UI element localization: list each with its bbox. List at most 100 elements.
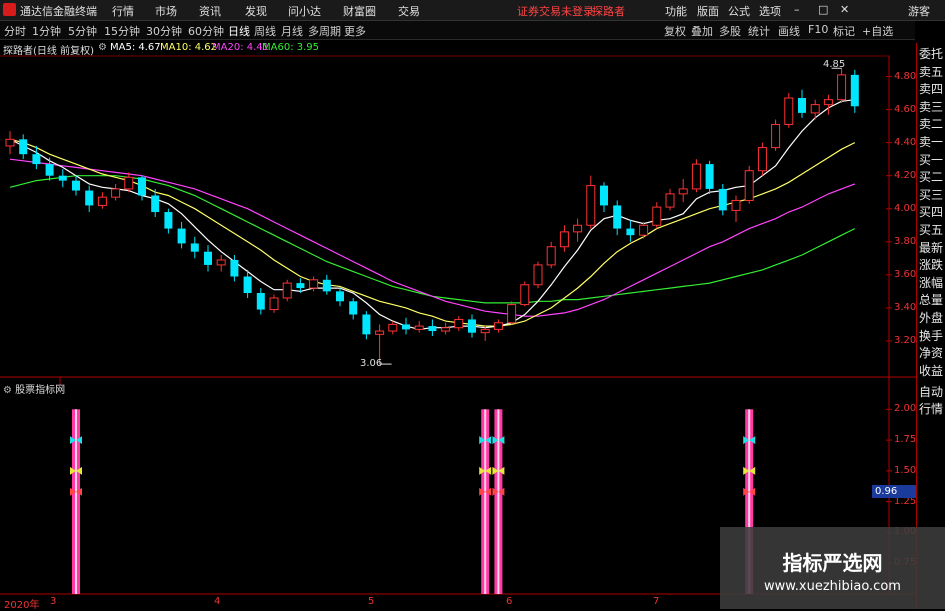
candle-body-up (97, 196, 107, 206)
side-panel-item[interactable]: 最新 (919, 241, 943, 255)
candle-body-up (771, 123, 781, 149)
side-panel-item[interactable]: 买二 (919, 170, 943, 184)
candle-body-up (810, 104, 820, 114)
side-panel-item[interactable]: 总量 (919, 293, 943, 307)
side-panel-item[interactable]: 买三 (919, 188, 943, 202)
candle-body-down (296, 283, 305, 289)
watermark-title: 指标严选网 (782, 551, 883, 575)
price-tick-label: 3.40 (894, 301, 917, 313)
candle-body-up (678, 188, 688, 195)
candle-body-up (309, 279, 319, 289)
candle-body-down (402, 324, 410, 330)
candle-body-down (705, 164, 714, 189)
side-panel-mode[interactable]: 行情 (919, 402, 943, 416)
candle-body-down (798, 98, 806, 113)
signal-bar-core (497, 409, 500, 594)
candle-body-down (45, 164, 54, 176)
candle-body-up (691, 163, 701, 190)
candle-body-up (757, 147, 767, 172)
ma10-line (9, 138, 856, 327)
candle-body-up (111, 188, 121, 198)
candle-body-up (375, 330, 385, 335)
x-label-apr: 4 (214, 596, 221, 607)
candle-body-up (520, 284, 530, 306)
low-annotation: 3.06 (360, 358, 383, 369)
candle-body-down (204, 251, 212, 265)
side-panel-item[interactable]: 卖三 (919, 100, 943, 114)
price-tick-label: 3.20 (894, 334, 917, 346)
side-panel-item[interactable]: 卖五 (919, 65, 943, 79)
candle-body-down (58, 175, 67, 181)
subchart-title-text: 股票指标网 (15, 385, 66, 396)
side-panel-item[interactable]: 涨跌 (919, 258, 943, 272)
candle-body-up (533, 264, 543, 286)
high-annotation: 4.85 (823, 59, 846, 70)
x-label-mar: 3 (50, 596, 57, 607)
candle-body-down (243, 276, 252, 294)
candle-body-down (850, 74, 859, 107)
subchart-title: ⚙ 股票指标网 (3, 381, 65, 396)
side-panel-item[interactable]: 收益 (919, 364, 943, 378)
x-label-may: 5 (368, 596, 375, 607)
candle-body-up (665, 193, 675, 208)
candle-body-down (626, 228, 635, 236)
candle-body-down (177, 228, 186, 244)
side-panel-item[interactable]: 买四 (919, 205, 943, 219)
candle-body-up (282, 282, 292, 299)
candle-body-up (414, 325, 424, 330)
candlestick-chart[interactable] (0, 0, 916, 609)
quote-side-panel: 委托卖五卖四卖三卖二卖一买一买二买三买四买五最新涨跌涨幅总量外盘换手净资收益自动… (916, 43, 945, 609)
signal-bar-core (484, 409, 487, 594)
watermark-url: www.xuezhibiao.com (764, 579, 901, 594)
x-label-jun: 6 (506, 596, 513, 607)
candle-body-up (124, 176, 134, 190)
side-panel-item[interactable]: 涨幅 (919, 276, 943, 290)
candle-body-up (559, 231, 569, 248)
candle-body-down (468, 319, 476, 333)
side-panel-item[interactable]: 卖四 (919, 82, 943, 96)
price-tick-label: 4.00 (894, 202, 917, 214)
price-tick-label: 4.60 (894, 103, 917, 115)
side-panel-mode[interactable]: 自动 (919, 385, 943, 399)
candle-body-up (441, 327, 451, 332)
ma20-line (9, 158, 856, 317)
price-tick-label: 3.60 (894, 268, 917, 280)
candle-body-up (744, 170, 754, 201)
candle-body-up (784, 97, 794, 125)
side-panel-item[interactable]: 买一 (919, 153, 943, 167)
side-panel-item[interactable]: 委托 (919, 47, 943, 61)
candle-body-up (5, 138, 15, 147)
candle-body-up (546, 246, 556, 266)
price-tick-label: 4.20 (894, 169, 917, 181)
subchart-icon[interactable]: ⚙ (3, 385, 15, 396)
candle-body-up (639, 224, 649, 236)
candle-body-down (19, 139, 28, 155)
candle-body-down (32, 154, 41, 165)
candle-body-down (613, 205, 622, 229)
side-panel-item[interactable]: 换手 (919, 329, 943, 343)
sub-tick-label: 2.00 (894, 403, 917, 415)
side-panel-item[interactable]: 外盘 (919, 311, 943, 325)
candle-body-down (85, 190, 94, 206)
candle-body-down (718, 188, 727, 211)
price-tick-label: 3.80 (894, 235, 917, 247)
candle-body-down (256, 293, 265, 310)
candle-body-up (837, 74, 847, 101)
price-tick-label: 4.80 (894, 70, 917, 82)
candle-body-down (72, 180, 80, 191)
candle-body-up (823, 99, 833, 106)
side-panel-item[interactable]: 卖一 (919, 135, 943, 149)
candle-body-up (731, 199, 741, 211)
x-label-jul: 7 (653, 596, 660, 607)
side-panel-item[interactable]: 净资 (919, 346, 943, 360)
side-panel-item[interactable]: 卖二 (919, 117, 943, 131)
candle-body-up (586, 185, 596, 226)
candle-body-down (600, 185, 608, 206)
side-panel-item[interactable]: 买五 (919, 223, 943, 237)
candle-body-down (349, 301, 358, 315)
candle-body-up (216, 259, 226, 266)
candle-body-down (230, 259, 239, 277)
candle-body-up (388, 323, 398, 332)
watermark-overlay: 指标严选网 www.xuezhibiao.com (720, 527, 945, 609)
candle-body-up (573, 224, 583, 233)
